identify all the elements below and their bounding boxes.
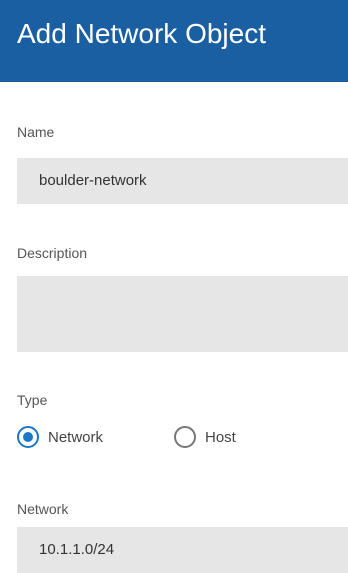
network-label: Network xyxy=(17,501,69,517)
name-input[interactable] xyxy=(17,158,348,204)
type-radio-network[interactable]: Network xyxy=(17,423,103,451)
radio-unselected-icon xyxy=(174,426,196,448)
add-network-object-dialog: Add Network Object Name Description Type… xyxy=(0,0,348,573)
radio-selected-icon xyxy=(17,426,39,448)
type-label: Type xyxy=(17,392,48,408)
description-label: Description xyxy=(17,245,88,261)
dialog-header: Add Network Object xyxy=(0,0,348,82)
dialog-title: Add Network Object xyxy=(17,18,266,49)
description-textarea[interactable] xyxy=(17,276,348,352)
type-radio-host[interactable]: Host xyxy=(174,423,236,451)
name-label: Name xyxy=(17,124,55,140)
network-input[interactable] xyxy=(17,527,348,573)
type-radio-host-label: Host xyxy=(205,428,236,446)
type-radio-network-label: Network xyxy=(48,428,104,446)
